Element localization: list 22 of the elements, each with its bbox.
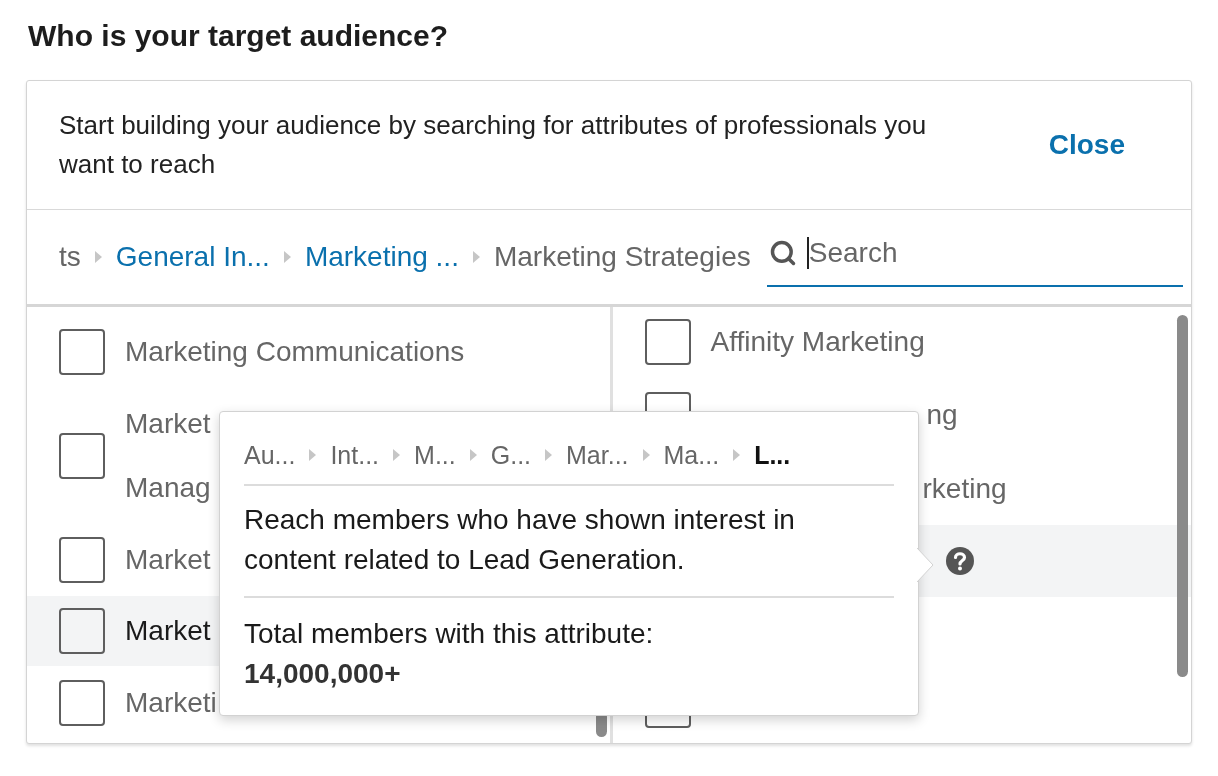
item-label: Manag — [125, 471, 211, 504]
page-title: Who is your target audience? — [28, 18, 450, 54]
description-text: Reach members who have shown interest in content related to Lead Generation. — [244, 486, 894, 598]
path-item: Au... — [244, 440, 296, 470]
intro-text: Start building your audience by searching for attributes of professionals you want to reach — [59, 109, 928, 181]
path-item: Ma... — [663, 440, 720, 470]
path-item: L... — [754, 440, 791, 470]
item-label: Affinity Marketing — [710, 326, 925, 358]
path-item: Int... — [330, 440, 380, 470]
breadcrumb-text: Marketing Strategies — [493, 241, 751, 273]
path-item: M... — [414, 440, 456, 470]
path-item: Mar... — [566, 440, 629, 470]
item-label: ng — [926, 398, 958, 431]
item-label: Market — [125, 407, 211, 440]
item-label: Marketing Communications — [125, 336, 465, 368]
item-label: Marketi — [125, 687, 217, 719]
breadcrumb-text: ts — [59, 241, 81, 273]
total-label: Total members with this attribute: — [244, 617, 655, 651]
item-label: Market — [125, 615, 211, 647]
path-item: G... — [490, 440, 532, 470]
total-value: 14,000,000+ — [244, 657, 402, 691]
item-label: Market — [125, 544, 211, 576]
